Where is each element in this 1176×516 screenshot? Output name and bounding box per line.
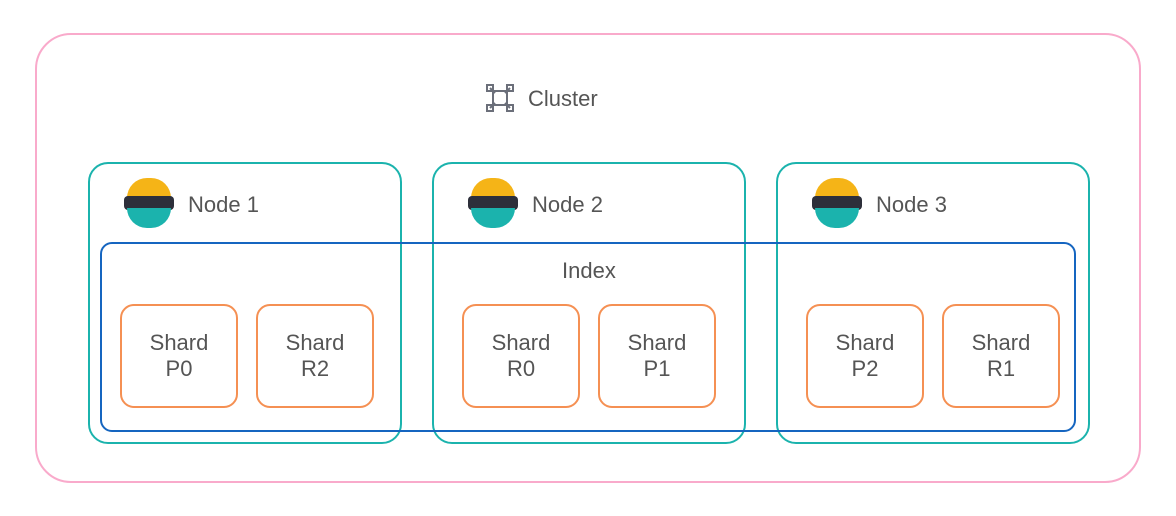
elastic-icon: [812, 178, 862, 228]
shard-box: Shard P2: [806, 304, 924, 408]
shard-title: Shard: [600, 330, 714, 356]
shard-box: Shard R1: [942, 304, 1060, 408]
diagram-canvas: Cluster Node 1 Node 2 Node 3 Index Shard…: [0, 0, 1176, 516]
cluster-label: Cluster: [528, 86, 598, 112]
shard-id: P0: [122, 356, 236, 382]
shard-title: Shard: [122, 330, 236, 356]
shard-id: R1: [944, 356, 1058, 382]
shard-box: Shard P0: [120, 304, 238, 408]
shard-title: Shard: [944, 330, 1058, 356]
shard-id: R0: [464, 356, 578, 382]
shard-id: R2: [258, 356, 372, 382]
shard-title: Shard: [258, 330, 372, 356]
index-label: Index: [562, 258, 616, 284]
node-label-3: Node 3: [876, 192, 947, 218]
elastic-icon: [124, 178, 174, 228]
shard-title: Shard: [808, 330, 922, 356]
shard-id: P2: [808, 356, 922, 382]
shard-box: Shard R2: [256, 304, 374, 408]
shard-id: P1: [600, 356, 714, 382]
shard-box: Shard R0: [462, 304, 580, 408]
shard-title: Shard: [464, 330, 578, 356]
elastic-icon: [468, 178, 518, 228]
shard-box: Shard P1: [598, 304, 716, 408]
node-label-1: Node 1: [188, 192, 259, 218]
cluster-icon: [484, 82, 516, 114]
node-label-2: Node 2: [532, 192, 603, 218]
